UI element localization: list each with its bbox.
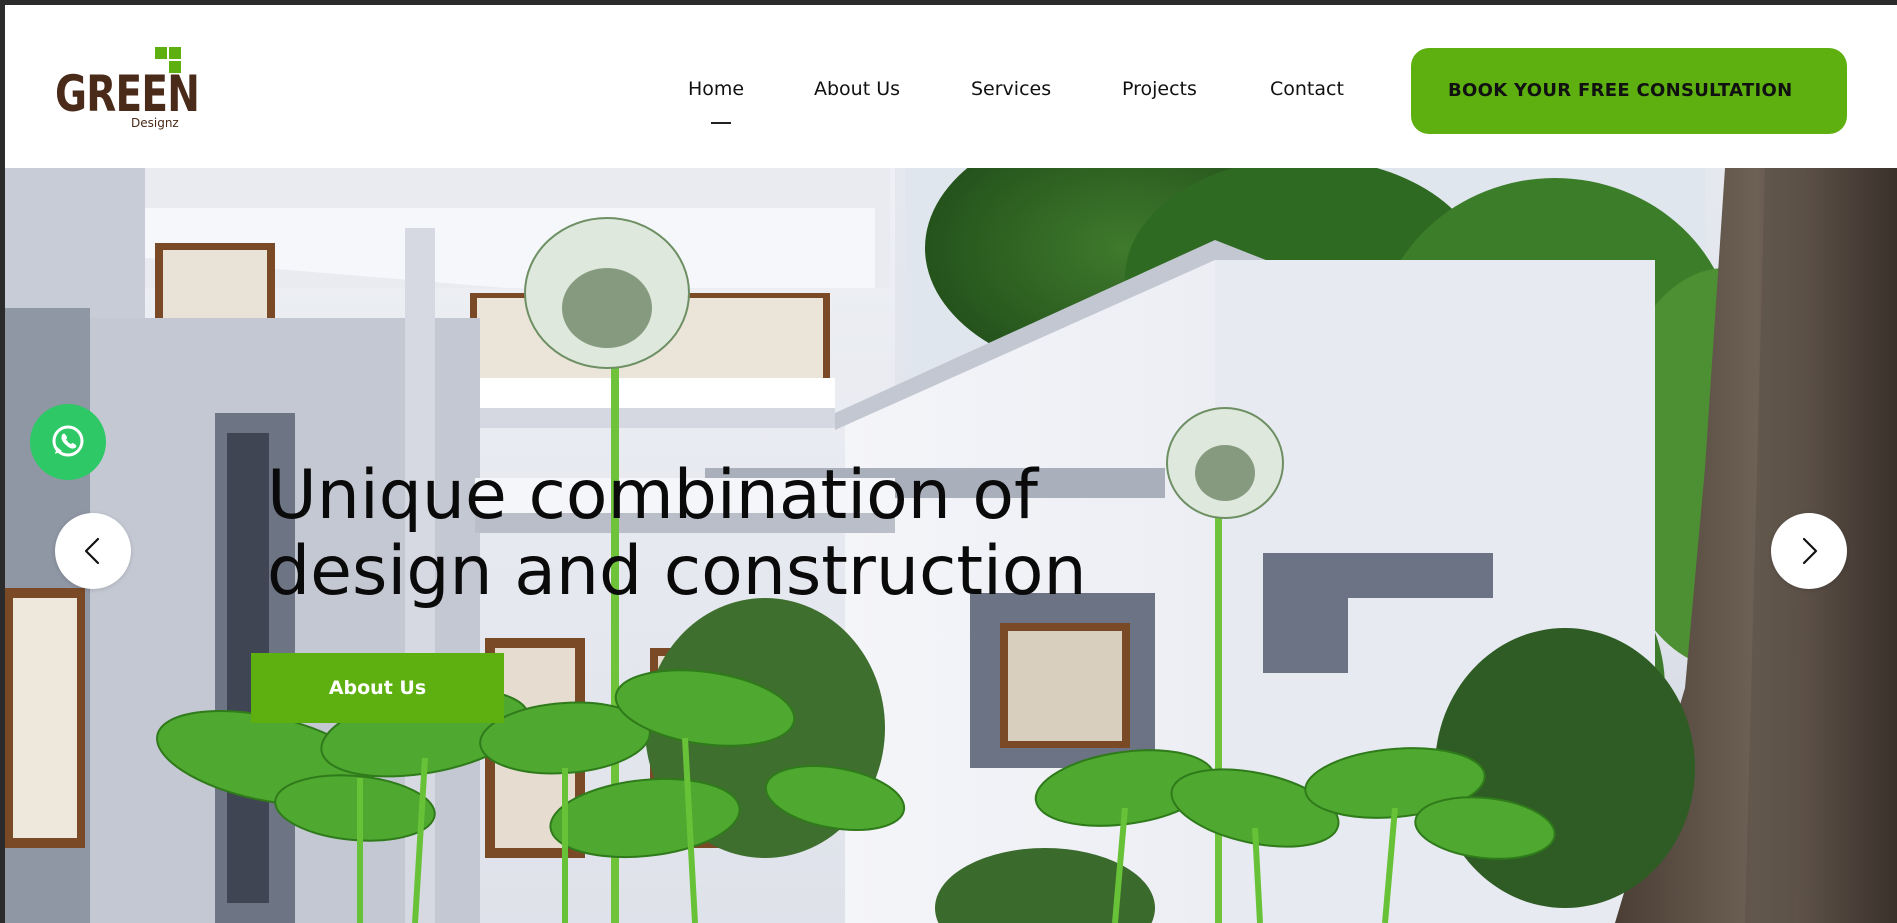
logo-subtitle: Designz [131,116,179,130]
browser-viewport: GREEN Designz Home About Us Services Pro… [5,5,1897,923]
nav-item-home[interactable]: Home [688,77,744,101]
nav-active-indicator [711,122,731,124]
slider-next-button[interactable] [1771,513,1847,589]
site-header: GREEN Designz Home About Us Services Pro… [5,5,1897,168]
brand-logo[interactable]: GREEN Designz [55,47,200,137]
whatsapp-icon [52,425,84,457]
nav-item-about-us[interactable]: About Us [814,77,900,101]
hero-about-us-button[interactable]: About Us [251,653,504,723]
whatsapp-chat-button[interactable] [30,404,106,480]
chevron-left-icon [84,537,100,565]
hero-headline: Unique combination of design and constru… [267,458,1167,610]
slider-prev-button[interactable] [55,513,131,589]
nav-item-contact[interactable]: Contact [1270,77,1344,101]
chevron-right-icon [1802,537,1818,565]
hero-headline-line2: design and construction [267,532,1087,611]
hero-headline-line1: Unique combination of [267,456,1038,535]
hero-slider: Unique combination of design and constru… [5,168,1897,923]
logo-wordmark: GREEN [55,65,200,123]
nav-item-projects[interactable]: Projects [1122,77,1197,101]
nav-item-services[interactable]: Services [971,77,1051,101]
book-consultation-button[interactable]: BOOK YOUR FREE CONSULTATION [1411,48,1847,134]
